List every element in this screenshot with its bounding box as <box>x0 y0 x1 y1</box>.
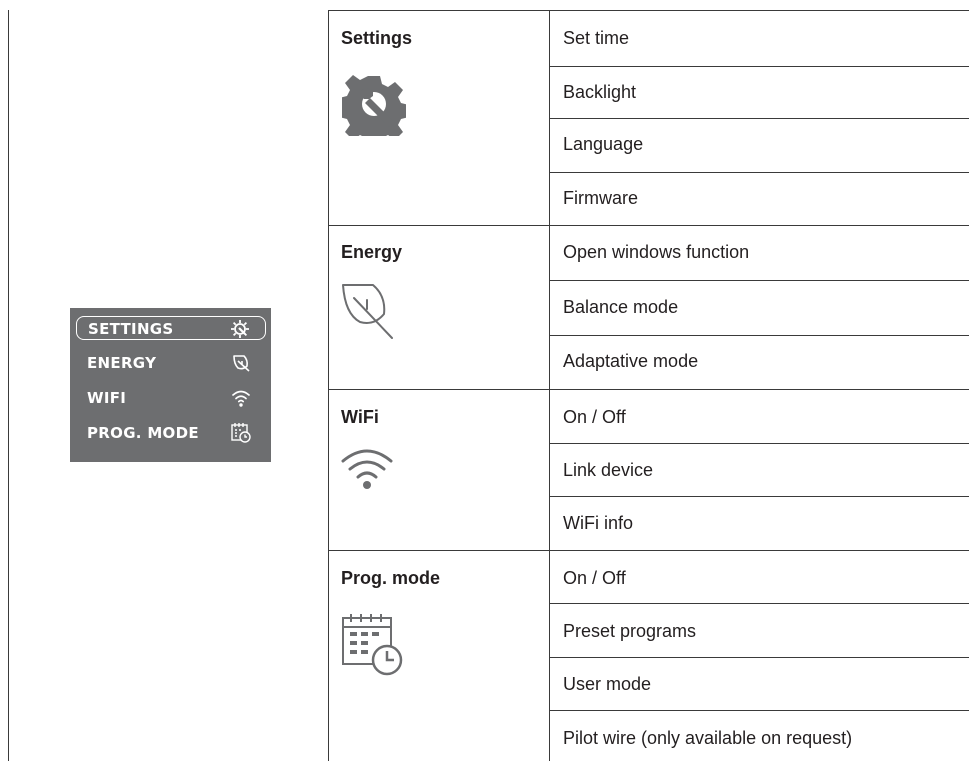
option-wifi-on-off: On / Off <box>563 407 626 427</box>
device-display: SETTINGS ENERGY WIFI PROG. MODE <box>70 308 271 462</box>
row-separator <box>549 657 969 658</box>
category-title: Prog. mode <box>341 568 441 588</box>
row-separator <box>549 496 969 497</box>
row-separator <box>549 335 969 336</box>
wifi-icon <box>230 387 252 409</box>
display-item-label: PROG. MODE <box>87 424 199 442</box>
leaf-icon <box>230 352 252 374</box>
option-firmware: Firmware <box>563 188 638 208</box>
leaf-icon <box>340 282 398 347</box>
gear-wrench-icon <box>339 72 409 146</box>
row-separator <box>549 443 969 444</box>
display-item-label: WIFI <box>87 389 127 407</box>
option-preset-programs: Preset programs <box>563 621 697 641</box>
display-item-settings: SETTINGS <box>76 316 266 340</box>
option-pilot-wire: Pilot wire (only available on request) <box>563 728 853 748</box>
row-separator <box>549 66 969 67</box>
option-wifi-info: WiFi info <box>563 513 634 533</box>
option-adaptative-mode: Adaptative mode <box>563 351 699 371</box>
row-separator <box>549 603 969 604</box>
row-separator <box>549 280 969 281</box>
display-item-label: SETTINGS <box>88 320 174 338</box>
column-divider-2 <box>549 10 550 761</box>
option-balance-mode: Balance mode <box>563 297 679 317</box>
option-backlight: Backlight <box>563 82 637 102</box>
group-separator <box>328 225 969 226</box>
category-title: WiFi <box>341 407 379 427</box>
option-language: Language <box>563 134 644 154</box>
calendar-clock-icon <box>230 422 252 444</box>
row-separator <box>549 172 969 173</box>
column-divider-1 <box>328 10 329 761</box>
option-link-device: Link device <box>563 460 654 480</box>
gear-wrench-icon <box>229 318 251 340</box>
group-separator <box>328 550 969 551</box>
option-user-mode: User mode <box>563 674 652 694</box>
display-item-energy: ENERGY <box>76 351 266 375</box>
category-title: Energy <box>341 242 403 262</box>
option-open-windows: Open windows function <box>563 242 750 262</box>
table-left-border <box>8 10 9 761</box>
group-separator <box>328 389 969 390</box>
category-title: Settings <box>341 28 413 48</box>
option-set-time: Set time <box>563 28 630 48</box>
menu-structure-table: SETTINGS ENERGY WIFI PROG. MODE Settings… <box>0 0 969 761</box>
display-item-prog-mode: PROG. MODE <box>76 421 266 445</box>
option-prog-on-off: On / Off <box>563 568 626 588</box>
row-separator <box>549 118 969 119</box>
display-item-label: ENERGY <box>87 354 157 372</box>
wifi-icon <box>340 447 394 496</box>
row-separator <box>549 710 969 711</box>
table-top-border <box>328 10 969 11</box>
calendar-clock-icon <box>341 613 405 682</box>
display-item-wifi: WIFI <box>76 386 266 410</box>
